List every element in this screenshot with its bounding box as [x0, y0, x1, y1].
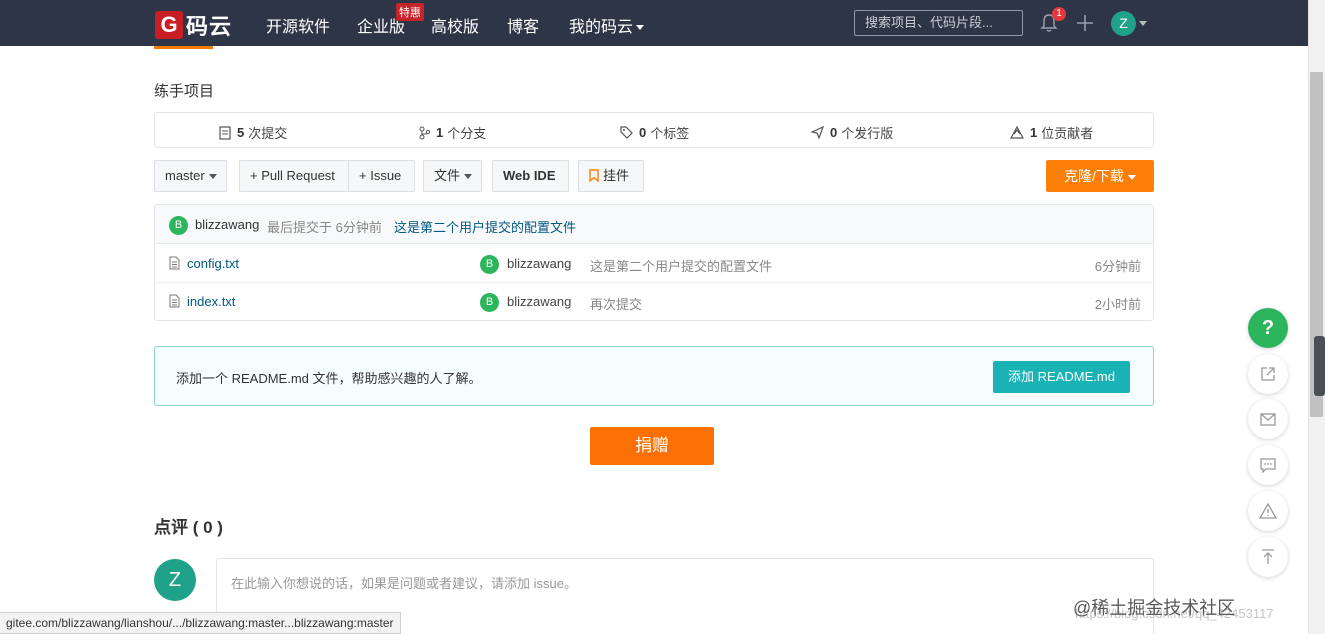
avatar[interactable]: B [169, 216, 188, 235]
table-row: index.txt B blizzawang 再次提交 2小时前 [155, 283, 1153, 321]
last-commit-author[interactable]: blizzawang [195, 217, 259, 232]
widget-button-label: 挂件 [603, 168, 630, 183]
stat-tags-count: 0 [639, 125, 647, 140]
stat-contributors[interactable]: 1 位贡献者 [1010, 123, 1093, 142]
project-description: 练手项目 [154, 83, 215, 100]
enterprise-promo-badge: 特惠 [396, 3, 424, 21]
chevron-down-icon [1127, 174, 1136, 180]
branch-select[interactable]: master [154, 160, 227, 192]
stat-branches-label: 个分支 [447, 126, 487, 141]
top-navbar: G 码云 开源软件 企业版 特惠 高校版 博客 我的码云 搜索项目、代码片段..… [0, 0, 1308, 46]
nav-blog[interactable]: 博客 [507, 13, 539, 37]
scrollbar-marker [1314, 336, 1325, 396]
external-link-icon [1261, 367, 1275, 381]
file-name[interactable]: index.txt [187, 294, 235, 309]
file-time: 6分钟前 [1094, 259, 1141, 274]
stat-commits[interactable]: 5 次提交 [219, 123, 287, 142]
branch-icon [419, 126, 430, 139]
clone-download-label: 克隆/下载 [1064, 168, 1124, 184]
chevron-down-icon [208, 174, 217, 180]
branch-select-label: master [165, 168, 205, 183]
nav-university[interactable]: 高校版 [431, 13, 479, 37]
repo-stats-bar: 5 次提交 1 个分支 0 个标签 0 个发行版 1 位贡献者 [154, 112, 1154, 148]
help-button[interactable]: ? [1248, 308, 1288, 348]
warning-icon [1259, 503, 1277, 519]
commit-icon [219, 125, 231, 140]
nav-open-source[interactable]: 开源软件 [266, 13, 330, 37]
browser-status-url: gitee.com/blizzawang/lianshou/.../blizza… [0, 612, 401, 634]
readme-notice: 添加一个 README.md 文件，帮助感兴趣的人了解。 添加 README.m… [154, 346, 1154, 406]
avatar[interactable]: B [480, 293, 499, 312]
watermark: @稀土掘金技术社区 [1073, 598, 1236, 618]
issue-button[interactable]: + Issue [348, 160, 415, 192]
plus-icon[interactable] [1076, 14, 1094, 32]
mail-icon [1260, 412, 1276, 426]
file-commit-message[interactable]: 这是第二个用户提交的配置文件 [590, 256, 772, 275]
release-icon [811, 126, 824, 139]
stat-contributors-count: 1 [1030, 125, 1038, 140]
chevron-down-icon[interactable] [1139, 21, 1147, 26]
stat-commits-count: 5 [237, 125, 245, 140]
stat-branches[interactable]: 1 个分支 [419, 123, 486, 142]
file-table: B blizzawang 最后提交于 6分钟前 这是第二个用户提交的配置文件 c… [154, 204, 1154, 321]
feedback-button[interactable] [1248, 445, 1288, 485]
arrow-up-icon [1262, 549, 1274, 564]
stat-commits-label: 次提交 [248, 126, 288, 141]
back-to-top-button[interactable] [1248, 537, 1288, 577]
logo-text: 码云 [186, 14, 233, 39]
tag-icon [620, 126, 633, 139]
table-row: config.txt B blizzawang 这是第二个用户提交的配置文件 6… [155, 245, 1153, 283]
file-icon [169, 294, 180, 308]
web-ide-button[interactable]: Web IDE [492, 160, 569, 192]
add-readme-button[interactable]: 添加 README.md [993, 361, 1130, 393]
share-button[interactable] [1248, 354, 1288, 394]
stat-releases-label: 个发行版 [841, 126, 894, 141]
file-author[interactable]: blizzawang [507, 256, 571, 271]
active-tab-indicator [154, 46, 213, 49]
search-input[interactable]: 搜索项目、代码片段... [854, 10, 1023, 36]
file-time: 2小时前 [1094, 297, 1141, 312]
readme-notice-text: 添加一个 README.md 文件，帮助感兴趣的人了解。 [176, 371, 482, 386]
stat-contributors-label: 位贡献者 [1041, 126, 1094, 141]
gitee-logo[interactable]: G 码云 [155, 9, 232, 41]
user-avatar[interactable]: Z [1111, 11, 1136, 36]
contributors-icon [1010, 126, 1024, 139]
logo-mark: G [155, 11, 183, 39]
stat-releases-count: 0 [830, 125, 838, 140]
file-name[interactable]: config.txt [187, 256, 239, 271]
donate-button[interactable]: 捐赠 [590, 427, 714, 465]
chevron-down-icon [464, 174, 473, 180]
file-commit-message[interactable]: 再次提交 [590, 294, 642, 313]
chat-icon [1260, 457, 1276, 473]
files-dropdown[interactable]: 文件 [423, 160, 482, 192]
pull-request-button[interactable]: + Pull Request [239, 160, 349, 192]
widget-button[interactable]: 挂件 [578, 160, 644, 192]
stat-tags[interactable]: 0 个标签 [620, 123, 689, 142]
avatar[interactable]: B [480, 255, 499, 274]
chevron-down-icon [636, 25, 645, 31]
last-commit-header: B blizzawang 最后提交于 6分钟前 这是第二个用户提交的配置文件 [155, 205, 1153, 244]
clone-download-button[interactable]: 克隆/下载 [1046, 160, 1154, 192]
last-commit-message[interactable]: 这是第二个用户提交的配置文件 [394, 217, 576, 236]
notification-count-badge: 1 [1052, 7, 1066, 21]
stat-tags-label: 个标签 [650, 126, 690, 141]
message-button[interactable] [1248, 399, 1288, 439]
file-icon [169, 256, 180, 270]
files-dropdown-label: 文件 [434, 168, 461, 183]
comments-title: 点评 ( 0 ) [154, 518, 223, 537]
nav-my-gitee-label: 我的码云 [569, 19, 634, 36]
last-commit-meta: 最后提交于 6分钟前 [267, 220, 382, 235]
file-author[interactable]: blizzawang [507, 294, 571, 309]
avatar: Z [154, 559, 196, 601]
report-button[interactable] [1248, 491, 1288, 531]
nav-my-gitee[interactable]: 我的码云 [569, 13, 645, 37]
stat-branches-count: 1 [436, 125, 444, 140]
help-icon: ? [1261, 316, 1275, 339]
stat-releases[interactable]: 0 个发行版 [811, 123, 893, 142]
bookmark-icon [589, 169, 599, 183]
